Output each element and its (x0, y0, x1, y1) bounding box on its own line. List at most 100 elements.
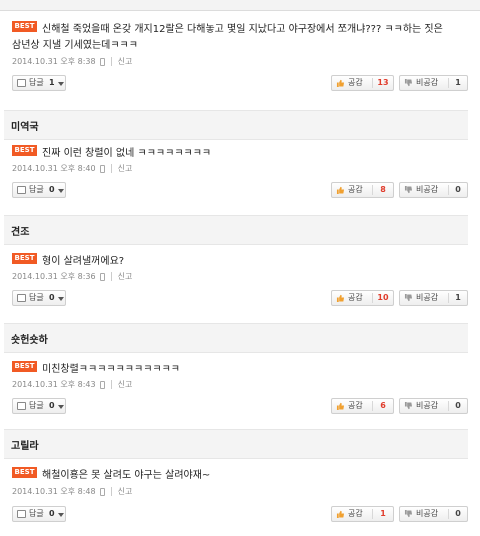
mobile-icon (99, 380, 105, 389)
thumbs-down-icon (404, 186, 413, 194)
chevron-down-icon (58, 189, 64, 193)
comment-text: 진짜 이런 창렬이 없네 ㅋㅋㅋㅋㅋㅋㅋㅋ (42, 148, 212, 159)
meta-divider (110, 272, 112, 281)
comment-meta: 2014.10.31 오후 8:43 신고 (12, 379, 132, 390)
report-link[interactable]: 신고 (118, 487, 133, 496)
dislike-label: 비공감 (416, 509, 439, 518)
like-label: 공감 (348, 78, 363, 87)
thumbs-down-icon (404, 294, 413, 302)
meta-divider (110, 57, 112, 66)
chevron-down-icon (58, 82, 64, 86)
dislike-label: 비공감 (416, 185, 439, 194)
mobile-icon (99, 487, 105, 496)
reply-count: 0 (49, 293, 55, 302)
reply-icon (17, 79, 26, 87)
thumbs-up-icon (336, 510, 345, 518)
author-name[interactable]: 견조 (11, 223, 29, 238)
thumbs-up-icon (336, 402, 345, 410)
dislike-button[interactable]: 비공감 0 (399, 182, 468, 198)
dislike-button[interactable]: 비공감 0 (399, 398, 468, 414)
comment-meta: 2014.10.31 오후 8:38 신고 (12, 56, 132, 67)
comment-meta: 2014.10.31 오후 8:40 신고 (12, 163, 132, 174)
dislike-count: 1 (455, 293, 461, 302)
chevron-down-icon (58, 297, 64, 301)
reply-button[interactable]: 답글 0 (12, 182, 66, 198)
best-badge: BEST (12, 145, 37, 156)
meta-divider (110, 487, 112, 496)
thumbs-up-icon (336, 79, 345, 87)
like-label: 공감 (348, 401, 363, 410)
dislike-label: 비공감 (416, 293, 439, 302)
comment-text: 신해철 죽었을때 온갖 개지12랄은 다해놓고 몇일 지났다고 야구장에서 쪼개… (42, 24, 443, 35)
comment-date: 2014.10.31 오후 8:48 (12, 487, 96, 496)
dislike-count: 1 (455, 78, 461, 87)
author-name[interactable]: 미역국 (11, 118, 39, 133)
reply-button[interactable]: 답글 0 (12, 506, 66, 522)
comment-text: 미친창렬ㅋㅋㅋㅋㅋㅋㅋㅋㅋㅋㅋ (42, 364, 180, 375)
meta-divider (110, 164, 112, 173)
reply-icon (17, 186, 26, 194)
like-button[interactable]: 공감 13 (331, 75, 394, 91)
comment-text-continued: 삼년상 지낼 기세였는데ㅋㅋㅋ (12, 40, 138, 51)
dislike-count: 0 (455, 185, 461, 194)
mobile-icon (99, 164, 105, 173)
dislike-button[interactable]: 비공감 1 (399, 75, 468, 91)
author-bar: 미역국 (4, 110, 468, 140)
like-button[interactable]: 공감 10 (331, 290, 394, 306)
author-bar: 숏헌숏하 (4, 323, 468, 353)
comment-date: 2014.10.31 오후 8:40 (12, 164, 96, 173)
like-label: 공감 (348, 293, 363, 302)
like-count: 10 (377, 293, 389, 302)
comment-text: 해철이횽은 못 살려도 야구는 살려야재~ (42, 470, 211, 481)
like-label: 공감 (348, 185, 363, 194)
dislike-button[interactable]: 비공감 0 (399, 506, 468, 522)
mobile-icon (99, 272, 105, 281)
thumbs-down-icon (404, 79, 413, 87)
like-label: 공감 (348, 509, 363, 518)
chevron-down-icon (58, 405, 64, 409)
like-count: 13 (377, 78, 389, 87)
reply-count: 0 (49, 401, 55, 410)
best-badge: BEST (12, 21, 37, 32)
reply-icon (17, 402, 26, 410)
comment-date: 2014.10.31 오후 8:43 (12, 380, 96, 389)
author-bar: 고릴라 (4, 429, 468, 459)
dislike-button[interactable]: 비공감 1 (399, 290, 468, 306)
dislike-count: 0 (455, 401, 461, 410)
reply-count: 0 (49, 185, 55, 194)
like-button[interactable]: 공감 1 (331, 506, 394, 522)
reply-label: 답글 (29, 78, 44, 87)
thumbs-up-icon (336, 294, 345, 302)
reply-button[interactable]: 답글 1 (12, 75, 66, 91)
reply-button[interactable]: 답글 0 (12, 398, 66, 414)
reply-icon (17, 510, 26, 518)
comment-date: 2014.10.31 오후 8:36 (12, 272, 96, 281)
comment-text: 형이 살려낼꺼에요? (42, 256, 125, 267)
author-name[interactable]: 고릴라 (11, 437, 39, 452)
like-count: 8 (380, 185, 386, 194)
reply-button[interactable]: 답글 0 (12, 290, 66, 306)
report-link[interactable]: 신고 (118, 57, 133, 66)
mobile-icon (99, 57, 105, 66)
report-link[interactable]: 신고 (118, 380, 133, 389)
best-badge: BEST (12, 467, 37, 478)
reply-label: 답글 (29, 185, 44, 194)
best-badge: BEST (12, 253, 37, 264)
reply-count: 0 (49, 509, 55, 518)
like-button[interactable]: 공감 8 (331, 182, 394, 198)
like-button[interactable]: 공감 6 (331, 398, 394, 414)
reply-label: 답글 (29, 509, 44, 518)
like-count: 6 (380, 401, 386, 410)
author-bar: 견조 (4, 215, 468, 245)
best-badge: BEST (12, 361, 37, 372)
report-link[interactable]: 신고 (118, 272, 133, 281)
report-link[interactable]: 신고 (118, 164, 133, 173)
author-name[interactable]: 숏헌숏하 (11, 331, 48, 346)
reply-label: 답글 (29, 401, 44, 410)
dislike-label: 비공감 (416, 78, 439, 87)
reply-count: 1 (49, 78, 55, 87)
comment-date: 2014.10.31 오후 8:38 (12, 57, 96, 66)
reply-icon (17, 294, 26, 302)
top-border (0, 0, 480, 11)
dislike-label: 비공감 (416, 401, 439, 410)
